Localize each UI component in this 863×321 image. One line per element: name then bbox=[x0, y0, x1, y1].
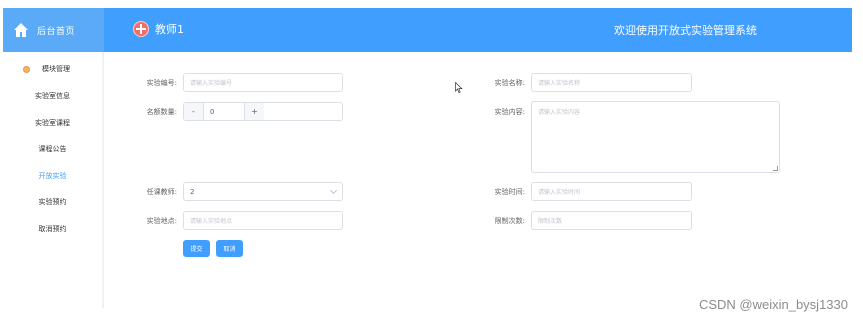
chevron-down-icon bbox=[329, 186, 338, 195]
home-label: 后台首页 bbox=[37, 26, 76, 37]
quota-stepper: - 0 + bbox=[183, 102, 343, 121]
sidebar: 模块管理 实验室信息 实验室课程 课程公告 开放实验 实验预约 取消预约 bbox=[3, 52, 104, 308]
exp-name-input[interactable]: 请输入实验名称 bbox=[531, 73, 692, 92]
quota-increase-button[interactable]: + bbox=[244, 103, 264, 120]
system-title: 欢迎使用开放式实验管理系统 bbox=[614, 24, 757, 37]
exp-content-label: 实验内容: bbox=[494, 108, 525, 116]
sidebar-item-lab-info[interactable]: 实验室信息 bbox=[3, 91, 102, 101]
user-menu[interactable]: 教师1 bbox=[133, 21, 184, 37]
limit-label: 限制次数: bbox=[494, 217, 525, 225]
sidebar-group-module[interactable]: 模块管理 bbox=[23, 64, 70, 74]
location-label: 实验地点: bbox=[146, 217, 177, 225]
exp-name-placeholder: 请输入实验名称 bbox=[538, 80, 581, 87]
top-bar: 后台首页 教师1 欢迎使用开放式实验管理系统 bbox=[3, 8, 852, 52]
exp-content-placeholder: 请输入实验内容 bbox=[538, 109, 581, 116]
home-link[interactable]: 后台首页 bbox=[3, 8, 104, 52]
location-placeholder: 请输入实验地点 bbox=[190, 218, 233, 225]
submit-button[interactable]: 提交 bbox=[183, 240, 210, 257]
teacher-select-value: 2 bbox=[190, 187, 195, 196]
user-name: 教师1 bbox=[155, 23, 184, 36]
exp-no-input[interactable]: 请输入实验编号 bbox=[183, 73, 343, 92]
quota-label: 名额数量: bbox=[146, 108, 177, 116]
mouse-cursor-icon bbox=[455, 82, 463, 93]
sidebar-item-open-experiment[interactable]: 开放实验 bbox=[3, 171, 102, 181]
exp-time-placeholder: 请输入实验时间 bbox=[538, 189, 581, 196]
exp-no-label: 实验编号: bbox=[146, 79, 177, 87]
limit-placeholder: 限制次数 bbox=[538, 218, 563, 225]
quota-decrease-button[interactable]: - bbox=[184, 103, 204, 120]
teacher-label: 任课教师: bbox=[146, 188, 177, 196]
exp-time-input[interactable]: 请输入实验时间 bbox=[531, 182, 692, 201]
location-input[interactable]: 请输入实验地点 bbox=[183, 211, 343, 230]
module-bullet-icon bbox=[23, 65, 30, 73]
sidebar-item-course-notice[interactable]: 课程公告 bbox=[3, 144, 102, 154]
sidebar-item-lab-course[interactable]: 实验室课程 bbox=[3, 118, 102, 128]
quota-value[interactable]: 0 bbox=[204, 103, 244, 120]
sidebar-item-cancel-reservation[interactable]: 取消预约 bbox=[3, 224, 102, 234]
teacher-select[interactable]: 2 bbox=[183, 182, 343, 201]
exp-no-placeholder: 请输入实验编号 bbox=[190, 80, 233, 87]
exp-name-label: 实验名称: bbox=[494, 79, 525, 87]
exp-time-label: 实验时间: bbox=[494, 188, 525, 196]
exp-content-textarea[interactable]: 请输入实验内容 bbox=[531, 101, 780, 173]
watermark: CSDN @weixin_bysj1330 bbox=[698, 297, 848, 312]
home-icon bbox=[14, 23, 28, 37]
avatar bbox=[133, 21, 149, 37]
resize-handle-icon[interactable] bbox=[773, 166, 778, 171]
sidebar-item-reservation[interactable]: 实验预约 bbox=[3, 197, 102, 207]
limit-input[interactable]: 限制次数 bbox=[531, 211, 692, 230]
sidebar-group-label: 模块管理 bbox=[42, 65, 70, 73]
cancel-button[interactable]: 取消 bbox=[216, 240, 243, 257]
